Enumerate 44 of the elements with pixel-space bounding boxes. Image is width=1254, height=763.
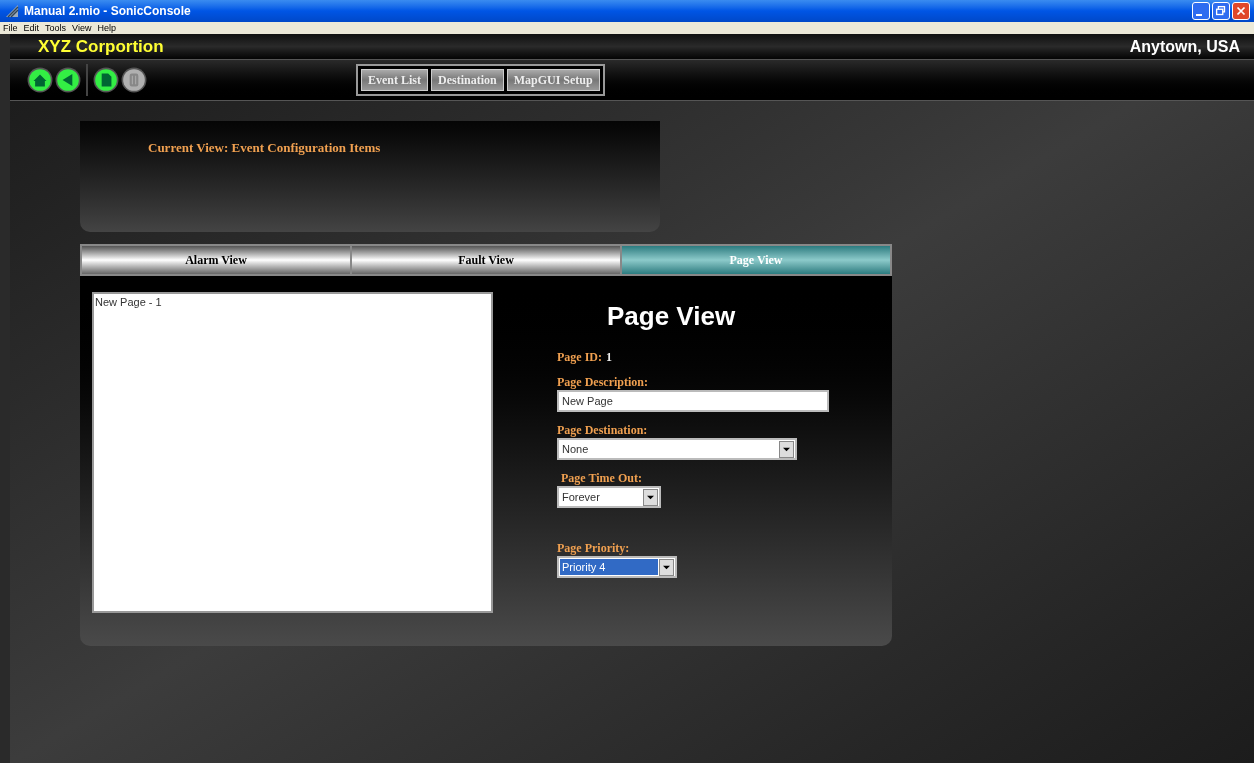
input-field[interactable]: New Page <box>557 390 829 412</box>
minimize-button[interactable] <box>1192 2 1210 20</box>
menu-item[interactable]: View <box>72 23 92 33</box>
home-icon[interactable] <box>27 67 53 93</box>
field-label: Page Priority: <box>557 540 631 556</box>
tab[interactable]: Alarm View <box>82 246 350 274</box>
form-heading: Page View <box>607 300 737 332</box>
field-label: Page Description: <box>557 374 649 390</box>
restore-button[interactable] <box>1212 2 1230 20</box>
list-item[interactable]: New Page - 1 <box>95 295 490 309</box>
caret-icon <box>779 440 794 458</box>
menu-item[interactable]: Edit <box>23 23 40 33</box>
caret-icon <box>659 558 674 576</box>
nav-button[interactable]: Destination <box>431 69 504 91</box>
company-name: XYZ Corportion <box>38 35 164 58</box>
menu-item[interactable]: Tools <box>45 23 67 33</box>
nav-button[interactable]: Event List <box>361 69 428 91</box>
dropdown[interactable]: Priority 4 <box>557 556 677 578</box>
close-icon <box>1234 4 1248 18</box>
menu-item[interactable]: File <box>3 23 18 33</box>
nav-button[interactable]: MapGUI Setup <box>506 69 600 91</box>
page-icon[interactable] <box>93 67 119 93</box>
id-value: 1 <box>606 349 612 366</box>
field-value: Priority 4 <box>560 559 658 575</box>
current-view-text: Current View: Event Configuration Items <box>148 140 381 155</box>
restore-icon <box>1214 4 1228 18</box>
field-value: None <box>561 442 590 457</box>
minimize-icon <box>1196 14 1202 16</box>
page-list[interactable]: New Page - 1 <box>92 292 493 613</box>
app-icon <box>4 3 20 19</box>
back-icon[interactable] <box>55 67 81 93</box>
close-button[interactable] <box>1232 2 1250 20</box>
window-title: Manual 2.mio - SonicConsole <box>24 3 191 20</box>
tab[interactable]: Fault View <box>352 246 620 274</box>
field-label: Page Destination: <box>557 422 649 438</box>
location-text: Anytown, USA <box>1129 36 1240 57</box>
field-value: New Page <box>561 394 614 409</box>
field-value: Forever <box>561 490 601 505</box>
menu-item[interactable]: Help <box>97 23 116 33</box>
caret-icon <box>643 488 658 506</box>
field-label: Page Time Out: <box>561 470 643 486</box>
dropdown[interactable]: Forever <box>557 486 661 508</box>
id-label: Page ID: <box>557 349 602 366</box>
dropdown[interactable]: None <box>557 438 797 460</box>
